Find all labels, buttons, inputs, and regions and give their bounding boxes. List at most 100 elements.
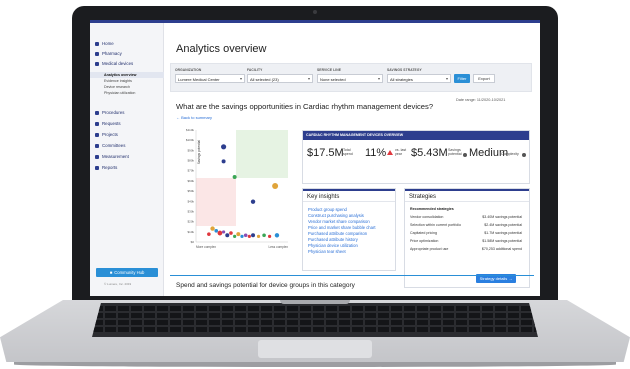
- sidebar-subitem-device-research[interactable]: Device research: [104, 85, 130, 89]
- sidebar-item-committees[interactable]: Committees: [95, 143, 125, 148]
- y-tick-label: $30k: [187, 209, 194, 213]
- y-tick-label: $20k: [187, 220, 194, 224]
- keyboard-row: [92, 313, 538, 318]
- total-spend-value: $17.5M: [307, 147, 344, 159]
- strategy-name: Vendor consolidation: [410, 215, 444, 219]
- sidebar-subitem-analytics-overview[interactable]: Analytics overview: [104, 73, 136, 77]
- scatter-point[interactable]: [214, 229, 219, 233]
- organization-select[interactable]: Lumere Medical Center ▾: [175, 74, 245, 83]
- scatter-point[interactable]: [240, 234, 244, 238]
- sidebar-item-label: Pharmacy: [102, 51, 122, 56]
- y-tick-label: $40k: [187, 199, 194, 203]
- sidebar-item-label: Projects: [102, 132, 118, 137]
- sidebar-item-projects[interactable]: Projects: [95, 132, 118, 137]
- strategy-name: Price optimization: [410, 239, 439, 243]
- scatter-point[interactable]: [221, 144, 227, 150]
- chevron-down-icon: ▾: [307, 76, 310, 81]
- y-tick-label: $10k: [187, 230, 194, 234]
- insight-link-physician-tear-sheet[interactable]: Physician tear sheet: [308, 249, 346, 254]
- y-tick-label: $0: [191, 240, 195, 244]
- scatter-point[interactable]: [243, 233, 248, 238]
- scatter-point[interactable]: [268, 234, 272, 238]
- scatter-point[interactable]: [207, 232, 211, 236]
- total-spend-label-line2: spend: [343, 151, 353, 156]
- sidebar-item-label: Home: [102, 41, 114, 46]
- insight-link-physician-device-utilization[interactable]: Physician device utilization: [308, 243, 358, 248]
- pct-change-value: 11%: [365, 147, 387, 159]
- scatter-point[interactable]: [210, 226, 215, 231]
- scatter-point[interactable]: [233, 234, 237, 238]
- scatter-point[interactable]: [250, 199, 256, 204]
- x-left-label: More complex: [196, 245, 216, 249]
- sidebar-item-reports[interactable]: Reports: [95, 165, 117, 170]
- info-icon[interactable]: [522, 153, 526, 157]
- date-range: Date range: 11/2020-10/2021: [456, 98, 506, 102]
- complexity-label: Complexity: [501, 152, 519, 156]
- sidebar-item-label: Medical devices: [102, 61, 134, 66]
- y-tick-label: $90k: [187, 148, 194, 152]
- facility-label: FACILITY: [247, 68, 263, 72]
- sidebar-item-home[interactable]: Home: [95, 41, 114, 46]
- chevron-down-icon: ▾: [239, 76, 242, 81]
- bottom-section-title: Spend and savings potential for device g…: [176, 282, 355, 289]
- savings-potential-label: Savings potential: [448, 148, 462, 157]
- back-to-summary-link[interactable]: ← Back to summary: [176, 115, 212, 120]
- scatter-point[interactable]: [262, 233, 266, 238]
- scatter-point[interactable]: [222, 230, 226, 234]
- savings-strategy-select[interactable]: All strategies ▾: [387, 74, 451, 83]
- scatter-point[interactable]: [256, 234, 261, 238]
- increase-triangle-icon: [387, 150, 393, 155]
- chevron-down-icon: ▾: [377, 76, 380, 81]
- insight-link-price-market-bubble[interactable]: Price and market share bubble chart: [308, 225, 376, 230]
- scatter-point[interactable]: [221, 159, 226, 164]
- sidebar-item-label: Requests: [102, 121, 121, 126]
- people-icon: [95, 143, 99, 148]
- insight-link-product-group-spend[interactable]: Product group spend: [308, 207, 347, 212]
- y-axis-label: Savings potential: [197, 140, 201, 165]
- main-content: Analytics overview ORGANIZATION Lumere M…: [164, 23, 540, 296]
- strategy-name: Appropriate product use: [410, 247, 449, 251]
- scatter-point[interactable]: [236, 232, 241, 237]
- sidebar-item-medical-devices[interactable]: Medical devices: [95, 61, 133, 66]
- quadrant-low-savings-more-complex: [196, 178, 236, 226]
- scatter-point[interactable]: [274, 233, 280, 238]
- savings-strategy-label: SAVINGS STRATEGY: [387, 68, 422, 72]
- facility-select[interactable]: All selected (23) ▾: [247, 74, 313, 83]
- sidebar-item-requests[interactable]: Requests: [95, 121, 121, 126]
- facility-value: All selected (23): [250, 77, 279, 82]
- savings-strategy-value: All strategies: [390, 77, 413, 82]
- sidebar: Home Pharmacy Medical devices Analytics …: [90, 23, 164, 296]
- community-hub-button[interactable]: ■ Community Hub: [96, 268, 158, 277]
- filter-button[interactable]: Filter: [454, 74, 470, 83]
- webcam: [313, 10, 317, 14]
- sidebar-item-procedures[interactable]: Procedures: [95, 110, 124, 115]
- scatter-point[interactable]: [251, 233, 256, 238]
- scatter-point[interactable]: [229, 231, 233, 235]
- y-tick-label: $60k: [187, 179, 194, 183]
- export-button[interactable]: Export: [473, 74, 495, 83]
- overview-panel: CARDIAC RHYTHM MANAGEMENT DEVICES OVERVI…: [302, 130, 530, 184]
- info-icon[interactable]: [463, 153, 467, 157]
- strategy-value: $70,253 additional spend: [481, 247, 522, 251]
- scatter-point[interactable]: [247, 234, 251, 238]
- savings-label-line2: potential: [448, 151, 462, 156]
- insight-link-construct-purchasing[interactable]: Construct purchasing analysis: [308, 213, 364, 218]
- section-question: What are the savings opportunities in Ca…: [176, 102, 434, 111]
- sidebar-item-measurement[interactable]: Measurement: [95, 154, 129, 159]
- keyboard: [92, 303, 538, 337]
- sidebar-subitem-evidence-insights[interactable]: Evidence insights: [104, 79, 132, 83]
- sidebar-subitem-physician-utilization[interactable]: Physician utilization: [104, 91, 135, 95]
- community-hub-label: Community Hub: [114, 270, 145, 275]
- service-line-select[interactable]: None selected ▾: [317, 74, 383, 83]
- scatter-point[interactable]: [217, 230, 223, 236]
- strategy-row: Appropriate product use $70,253 additiona…: [410, 247, 522, 251]
- scatter-point[interactable]: [225, 233, 230, 238]
- insight-link-purchased-attribute-comparison[interactable]: Purchased attribute comparison: [308, 231, 367, 236]
- scatter-point[interactable]: [272, 183, 279, 189]
- sidebar-item-pharmacy[interactable]: Pharmacy: [95, 51, 122, 56]
- service-line-label: SERVICE LINE: [317, 68, 342, 72]
- insight-link-vendor-market-share[interactable]: Vendor market share comparison: [308, 219, 370, 224]
- scatter-point[interactable]: [232, 175, 237, 180]
- insight-link-purchased-attribute-history[interactable]: Purchased attribute history: [308, 237, 358, 242]
- folder-icon: [95, 132, 99, 137]
